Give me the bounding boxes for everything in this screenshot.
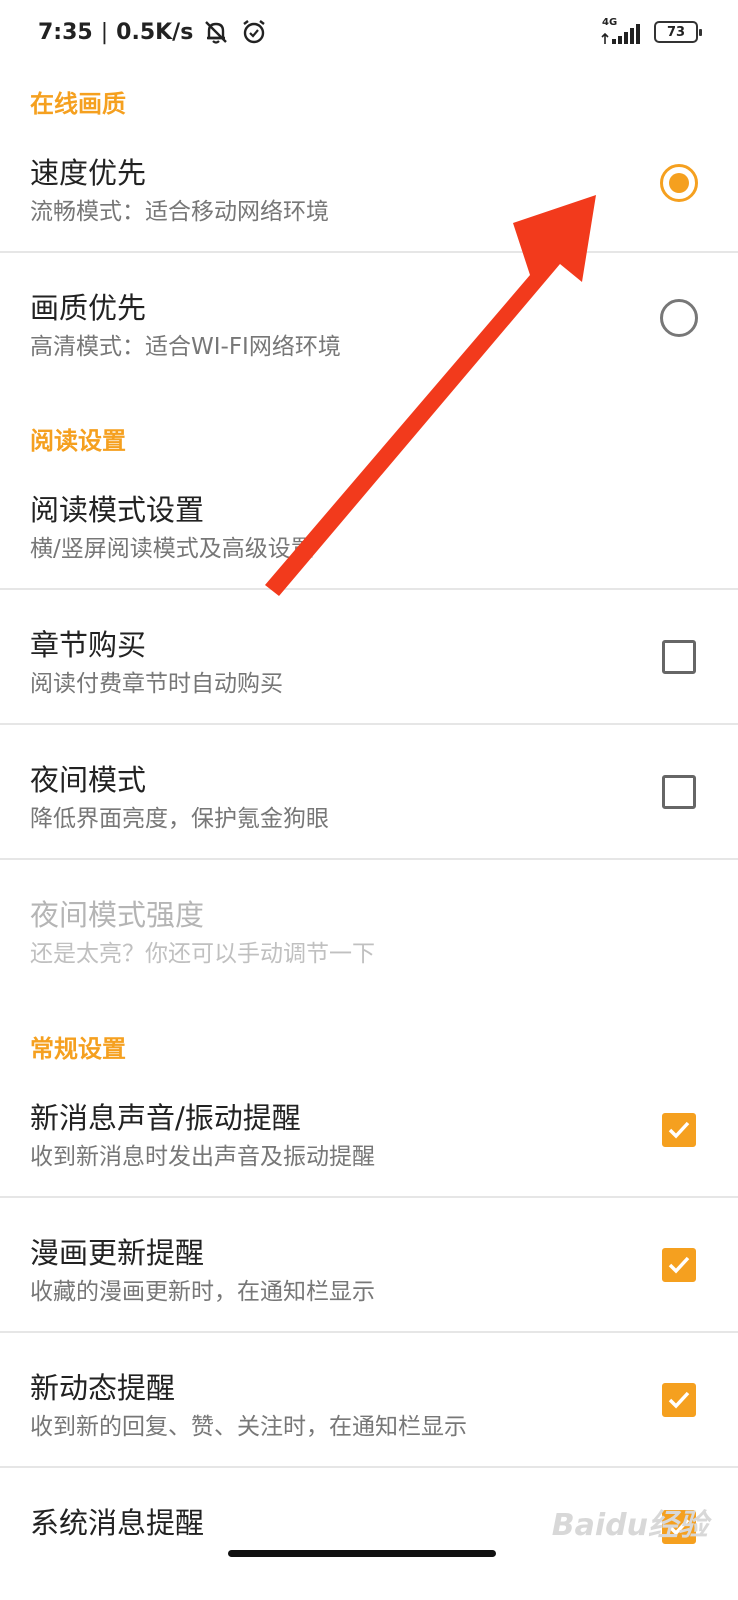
- baidu-watermark: Baidu经验: [551, 1508, 708, 1543]
- home-indicator[interactable]: [228, 1550, 496, 1557]
- section-header-general: 常规设置: [30, 1035, 126, 1063]
- setting-chapter-purchase[interactable]: 章节购买 阅读付费章节时自动购买: [0, 590, 738, 724]
- night-mode-checkbox[interactable]: [662, 775, 696, 809]
- setting-reading-mode[interactable]: 阅读模式设置 横/竖屏阅读模式及高级设置: [0, 455, 738, 589]
- setting-subtitle: 高清模式：适合WI-FI网络环境: [30, 334, 341, 360]
- speed-priority-radio[interactable]: [660, 164, 698, 202]
- setting-title: 夜间模式强度: [30, 898, 205, 932]
- setting-night-mode[interactable]: 夜间模式 降低界面亮度，保护氪金狗眼: [0, 725, 738, 859]
- bell-off-icon: [201, 17, 231, 47]
- setting-subtitle: 降低界面亮度，保护氪金狗眼: [30, 806, 329, 832]
- activity-alert-checkbox[interactable]: [662, 1383, 696, 1417]
- checkmark-icon: [668, 1121, 690, 1139]
- battery-icon: 73: [654, 21, 702, 43]
- status-separator: |: [100, 19, 109, 45]
- setting-title: 阅读模式设置: [30, 493, 205, 527]
- quality-priority-radio[interactable]: [660, 299, 698, 337]
- checkmark-icon: [668, 1391, 690, 1409]
- battery-level: 73: [666, 24, 686, 40]
- checkmark-icon: [668, 1256, 690, 1274]
- setting-quality-priority[interactable]: 画质优先 高清模式：适合WI-FI网络环境: [0, 253, 738, 387]
- setting-title: 新动态提醒: [30, 1371, 176, 1405]
- setting-title: 章节购买: [30, 628, 147, 662]
- section-header-online-quality: 在线画质: [30, 90, 126, 118]
- setting-message-alert[interactable]: 新消息声音/振动提醒 收到新消息时发出声音及振动提醒: [0, 1063, 738, 1197]
- comic-update-checkbox[interactable]: [662, 1248, 696, 1282]
- setting-subtitle: 收到新的回复、赞、关注时，在通知栏显示: [30, 1414, 467, 1440]
- status-bar: 7:35 | 0.5K/s 4G 73: [0, 0, 738, 64]
- setting-subtitle: 收到新消息时发出声音及振动提醒: [30, 1144, 375, 1170]
- clock: 7:35: [38, 19, 93, 45]
- setting-title: 系统消息提醒: [30, 1506, 205, 1540]
- setting-subtitle: 流畅模式：适合移动网络环境: [30, 199, 329, 225]
- setting-night-mode-intensity: 夜间模式强度 还是太亮？你还可以手动调节一下: [0, 860, 738, 994]
- alarm-icon: [239, 17, 269, 47]
- setting-subtitle: 横/竖屏阅读模式及高级设置: [30, 536, 314, 562]
- setting-title: 漫画更新提醒: [30, 1236, 205, 1270]
- setting-title: 新消息声音/振动提醒: [30, 1101, 301, 1135]
- signal-icon: 4G: [598, 17, 644, 47]
- message-alert-checkbox[interactable]: [662, 1113, 696, 1147]
- section-header-reading: 阅读设置: [30, 427, 126, 455]
- setting-comic-update-alert[interactable]: 漫画更新提醒 收藏的漫画更新时，在通知栏显示: [0, 1198, 738, 1332]
- setting-title: 速度优先: [30, 156, 147, 190]
- setting-speed-priority[interactable]: 速度优先 流畅模式：适合移动网络环境: [0, 118, 738, 252]
- settings-screen: 7:35 | 0.5K/s 4G 73 在线画质 速度优先 流畅模式：适合移动网…: [0, 0, 738, 1600]
- setting-title: 画质优先: [30, 291, 147, 325]
- setting-title: 夜间模式: [30, 763, 147, 797]
- network-speed: 0.5K/s: [116, 19, 194, 45]
- chapter-purchase-checkbox[interactable]: [662, 640, 696, 674]
- setting-subtitle: 还是太亮？你还可以手动调节一下: [30, 941, 375, 967]
- setting-subtitle: 阅读付费章节时自动购买: [30, 671, 283, 697]
- setting-subtitle: 收藏的漫画更新时，在通知栏显示: [30, 1279, 375, 1305]
- setting-activity-alert[interactable]: 新动态提醒 收到新的回复、赞、关注时，在通知栏显示: [0, 1333, 738, 1467]
